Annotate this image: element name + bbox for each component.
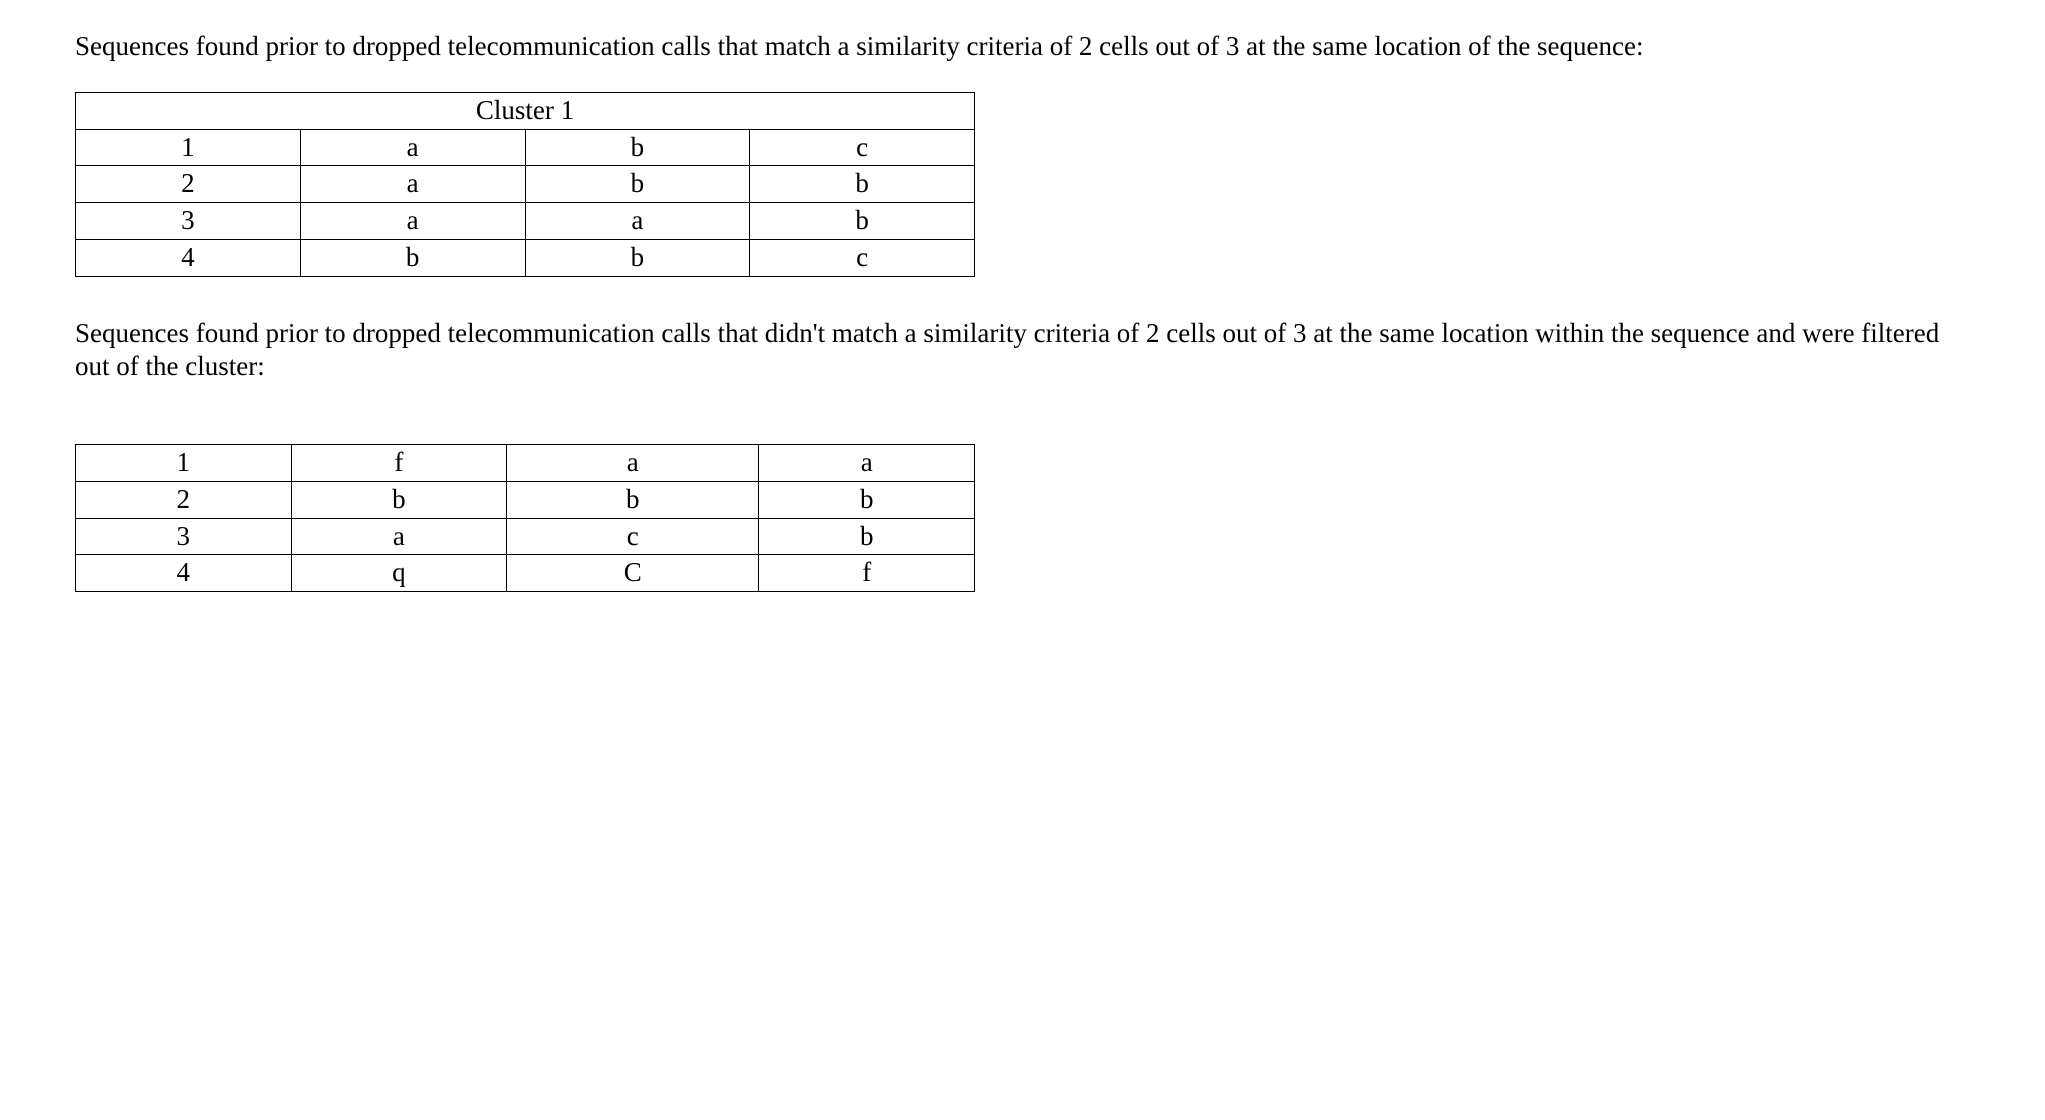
table-row: 1 f a a: [76, 445, 975, 482]
cell: a: [300, 166, 525, 203]
table-row: 4 b b c: [76, 239, 975, 276]
cell: b: [750, 166, 975, 203]
cell: 1: [76, 445, 292, 482]
cluster-table-1: Cluster 1 1 a b c 2 a b b 3 a a b 4 b b …: [75, 92, 975, 277]
cell: q: [291, 555, 507, 592]
cell: b: [507, 481, 759, 518]
filtered-table-2: 1 f a a 2 b b b 3 a c b 4 q C f: [75, 444, 975, 592]
cell: b: [525, 239, 750, 276]
cell: c: [750, 129, 975, 166]
cell: b: [300, 239, 525, 276]
cell: 4: [76, 555, 292, 592]
cell: a: [507, 445, 759, 482]
cell: b: [759, 481, 975, 518]
cell: b: [525, 166, 750, 203]
table-row: 2 b b b: [76, 481, 975, 518]
cell: C: [507, 555, 759, 592]
cell: 3: [76, 518, 292, 555]
cell: b: [759, 518, 975, 555]
cell: b: [291, 481, 507, 518]
cell: f: [291, 445, 507, 482]
cell: a: [525, 203, 750, 240]
cell: 2: [76, 481, 292, 518]
cell: 4: [76, 239, 301, 276]
cell: 1: [76, 129, 301, 166]
table-row: 3 a a b: [76, 203, 975, 240]
cell: 2: [76, 166, 301, 203]
cell: a: [300, 203, 525, 240]
cell: 3: [76, 203, 301, 240]
cell: f: [759, 555, 975, 592]
intro-paragraph-2: Sequences found prior to dropped telecom…: [75, 317, 1970, 385]
cell: c: [507, 518, 759, 555]
table-row: 1 a b c: [76, 129, 975, 166]
table-row: 2 a b b: [76, 166, 975, 203]
intro-paragraph-1: Sequences found prior to dropped telecom…: [75, 30, 1970, 64]
cell: a: [759, 445, 975, 482]
cell: a: [300, 129, 525, 166]
table1-header: Cluster 1: [76, 92, 975, 129]
cell: c: [750, 239, 975, 276]
table-row: 3 a c b: [76, 518, 975, 555]
table-row: 4 q C f: [76, 555, 975, 592]
cell: a: [291, 518, 507, 555]
cell: b: [750, 203, 975, 240]
cell: b: [525, 129, 750, 166]
